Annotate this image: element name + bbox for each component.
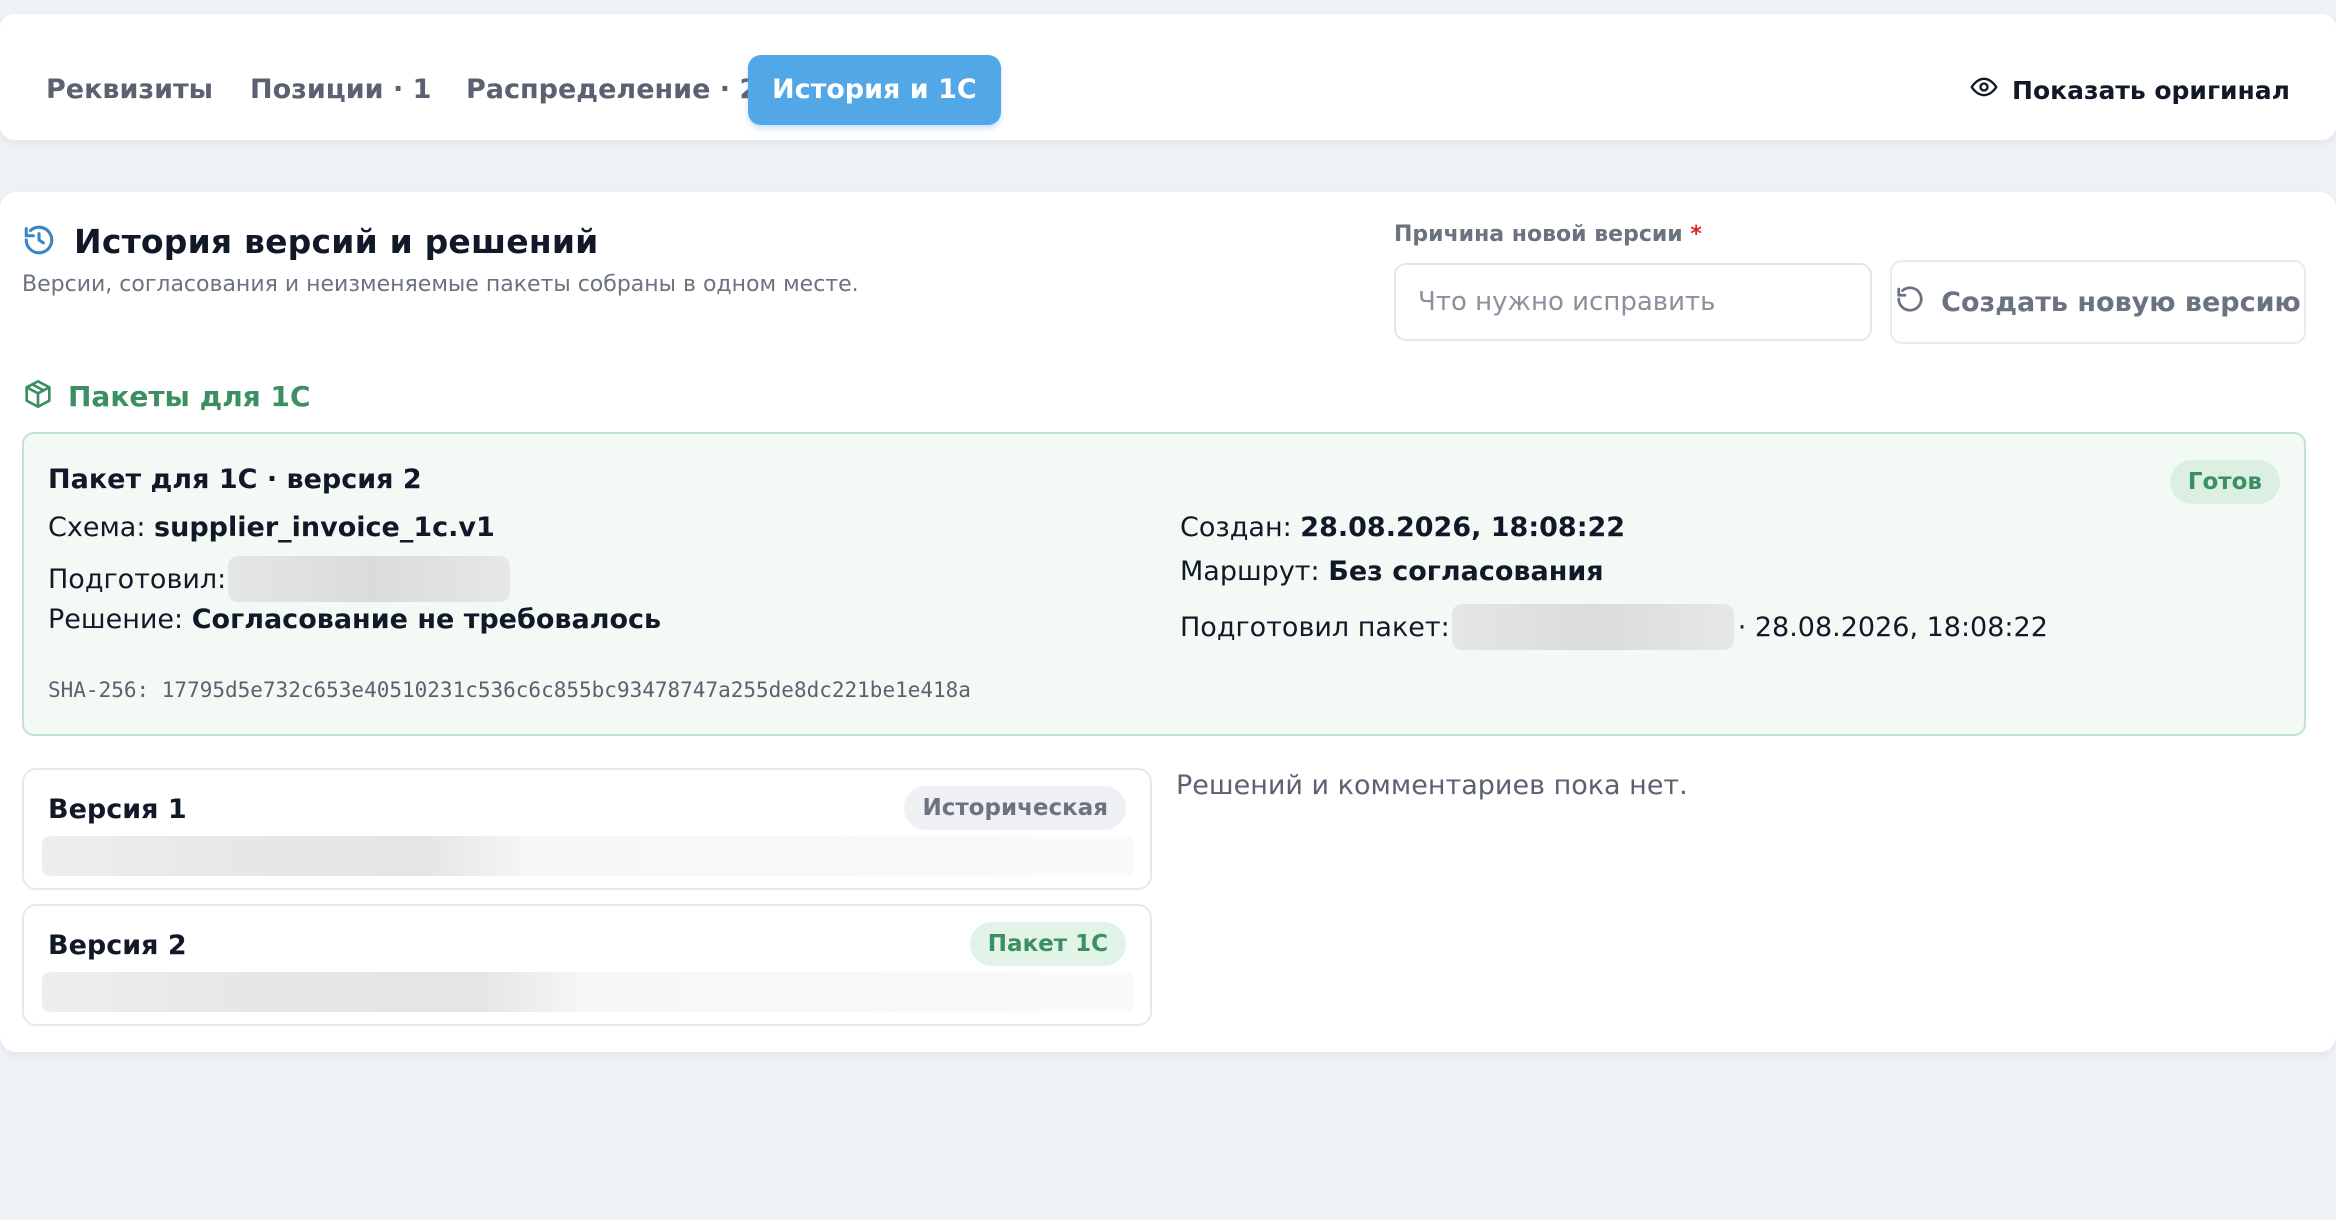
tabs-bar: Реквизиты Позиции · 1 Распределение · 2 … [0, 14, 2336, 140]
schema-label: Схема: [48, 512, 146, 543]
history-title-row: История версий и решений [22, 222, 598, 261]
page-title: История версий и решений [74, 222, 599, 261]
packages-heading-label: Пакеты для 1С [68, 379, 311, 413]
decision-label: Решение: [48, 604, 184, 635]
package-decision: Решение: Согласование не требовалось [48, 604, 661, 635]
tab-positions[interactable]: Позиции · 1 [250, 55, 431, 125]
sha-hash: SHA-256: 17795d5e732c653e40510231c536c6c… [48, 678, 971, 702]
prepared-by-label: Подготовил: [48, 563, 227, 595]
tab-requisites[interactable]: Реквизиты [46, 55, 213, 125]
refresh-icon [1895, 284, 1925, 321]
schema-value: supplier_invoice_1c.v1 [154, 512, 495, 543]
packages-heading: Пакеты для 1С [22, 378, 311, 414]
package-schema: Схема: supplier_invoice_1c.v1 [48, 512, 495, 543]
tab-distribution[interactable]: Распределение · 2 [466, 55, 758, 125]
create-new-version-label: Создать новую версию [1941, 286, 2301, 318]
create-new-version-button[interactable]: Создать новую версию [1890, 260, 2306, 344]
status-badge: Готов [2169, 460, 2280, 504]
version-title: Версия 2 [48, 930, 187, 961]
route-value: Без согласования [1328, 556, 1604, 587]
package-title: Пакет для 1С · версия 2 [48, 464, 422, 495]
version-title: Версия 1 [48, 794, 187, 825]
package-prepared-by-label: Подготовил пакет: [1180, 611, 1450, 643]
history-icon [22, 223, 56, 261]
eye-icon [1970, 73, 1998, 107]
show-original-button[interactable]: Показать оригинал [1970, 72, 2290, 108]
tab-history-1c[interactable]: История и 1С [748, 55, 1001, 125]
page-subtitle: Версии, согласования и неизменяемые паке… [22, 272, 859, 297]
package-card: Пакет для 1С · версия 2 Готов Схема: sup… [22, 432, 2306, 736]
redacted-summary [42, 836, 1134, 876]
redacted-name [1451, 604, 1734, 650]
package-icon [22, 378, 54, 414]
redacted-name [228, 556, 511, 602]
package-prepared-by: Подготовил: [48, 556, 511, 602]
reason-label: Причина новой версии * [1394, 222, 1702, 247]
package-route: Маршрут: Без согласования [1180, 556, 1604, 587]
version-badge: Историческая [904, 786, 1126, 830]
version-card[interactable]: Версия 2 Пакет 1С [22, 904, 1152, 1026]
decision-value: Согласование не требовалось [191, 604, 662, 635]
package-prepared-package: Подготовил пакет: · 28.08.2026, 18:08:22 [1180, 604, 2048, 650]
created-value: 28.08.2026, 18:08:22 [1300, 512, 1626, 543]
reason-input[interactable] [1394, 263, 1872, 341]
reason-label-text: Причина новой версии [1394, 222, 1683, 247]
show-original-label: Показать оригинал [2012, 75, 2290, 105]
decisions-empty-state: Решений и комментариев пока нет. [1176, 770, 1688, 801]
created-label: Создан: [1180, 512, 1292, 543]
history-card: История версий и решений Версии, согласо… [0, 192, 2336, 1052]
package-created: Создан: 28.08.2026, 18:08:22 [1180, 512, 1625, 543]
version-badge: Пакет 1С [969, 922, 1126, 966]
redacted-summary [42, 972, 1134, 1012]
version-card[interactable]: Версия 1 Историческая [22, 768, 1152, 890]
package-prepared-at: · 28.08.2026, 18:08:22 [1737, 611, 2048, 643]
route-label: Маршрут: [1180, 556, 1320, 587]
required-mark: * [1690, 222, 1702, 247]
